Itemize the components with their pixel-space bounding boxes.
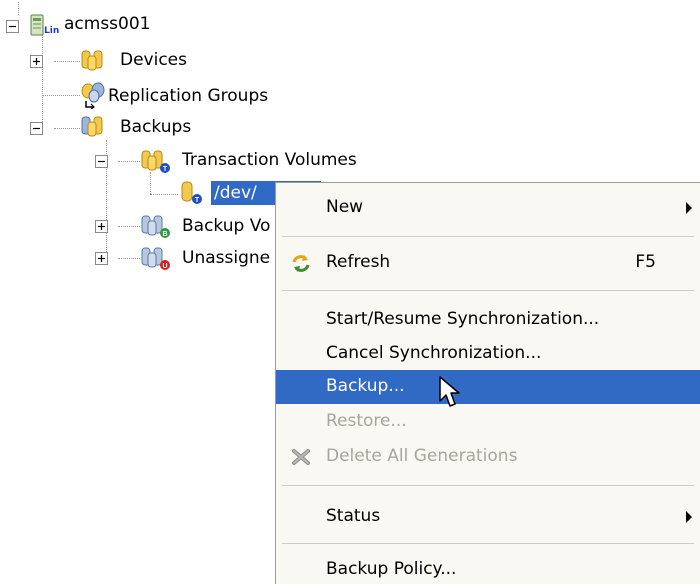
menu-item-label: Start/Resume Synchronization... [326,309,600,329]
svg-text:B: B [162,231,167,238]
menu-item-label: Refresh [326,252,391,272]
menu-item-start-resume-sync[interactable]: Start/Resume Synchronization... [276,303,700,337]
menu-item-label: Delete All Generations [326,446,518,466]
delete-x-icon [290,447,312,472]
menu-separator [282,290,694,291]
tree-node-devices[interactable]: Devices [120,49,187,71]
expand-toggle-devices[interactable] [30,55,43,68]
tree-line [18,2,19,15]
menu-separator [282,236,694,237]
menu-item-label: Restore... [326,411,407,431]
tree-line [118,161,140,162]
menu-item-label: Cancel Synchronization... [326,343,542,363]
svg-text:T: T [195,197,200,204]
collapse-toggle-root[interactable] [6,20,19,33]
menu-item-label: New [326,197,364,217]
tree-line [54,128,80,129]
menu-item-cancel-sync[interactable]: Cancel Synchronization... [276,337,700,371]
tree-node-backup-volumes[interactable]: Backup Vo [182,215,270,237]
menu-item-delete-all-generations: Delete All Generations [276,440,700,474]
tree-line [150,194,178,195]
submenu-arrow-icon [686,511,692,523]
context-menu: New Refresh F5 Start/Resume Synchronizat… [275,182,700,584]
svg-text:U: U [162,263,167,270]
backup-volumes-icon: B [140,213,174,244]
menu-item-backup[interactable]: Backup... [276,370,700,404]
menu-item-label: Backup... [326,376,405,396]
tree-node-root-label[interactable]: acmss001 [64,13,151,35]
menu-item-new[interactable]: New [276,191,700,225]
unassigned-volumes-icon: U [140,245,174,276]
collapse-toggle-transaction-volumes[interactable] [95,155,108,168]
tree-line [42,95,80,96]
devices-icon [80,48,106,77]
tree-node-backups[interactable]: Backups [120,116,191,138]
mouse-pointer-icon [438,375,464,416]
menu-item-refresh[interactable]: Refresh F5 [276,246,700,280]
transaction-volumes-icon: T [140,148,174,179]
replication-groups-icon [80,81,108,114]
svg-text:T: T [163,166,168,173]
tree-line [118,226,140,227]
menu-item-label: Backup Policy... [326,559,457,579]
menu-separator [282,543,694,544]
tree-node-dev-selected[interactable]: /dev/ [214,182,257,204]
tree-line [42,30,43,128]
expand-toggle-unassigned[interactable] [95,252,108,265]
tree-node-replication-groups[interactable]: Replication Groups [108,85,268,107]
backups-icon [80,114,106,143]
menu-item-label: Status [326,506,381,526]
refresh-icon [290,253,312,278]
menu-separator [282,485,694,486]
collapse-toggle-backups[interactable] [30,122,43,135]
volume-icon: T [178,180,208,211]
tree-line [54,61,80,62]
menu-item-restore: Restore... [276,405,700,439]
os-badge: Lin [44,26,60,36]
menu-item-status[interactable]: Status [276,500,700,534]
tree-node-unassigned[interactable]: Unassigne [182,247,270,269]
tree-line [118,258,140,259]
tree-node-transaction-volumes[interactable]: Transaction Volumes [182,149,357,171]
expand-toggle-backup-volumes[interactable] [95,220,108,233]
submenu-arrow-icon [686,202,692,214]
menu-item-backup-policy[interactable]: Backup Policy... [276,553,700,587]
shortcut-label: F5 [635,252,656,272]
